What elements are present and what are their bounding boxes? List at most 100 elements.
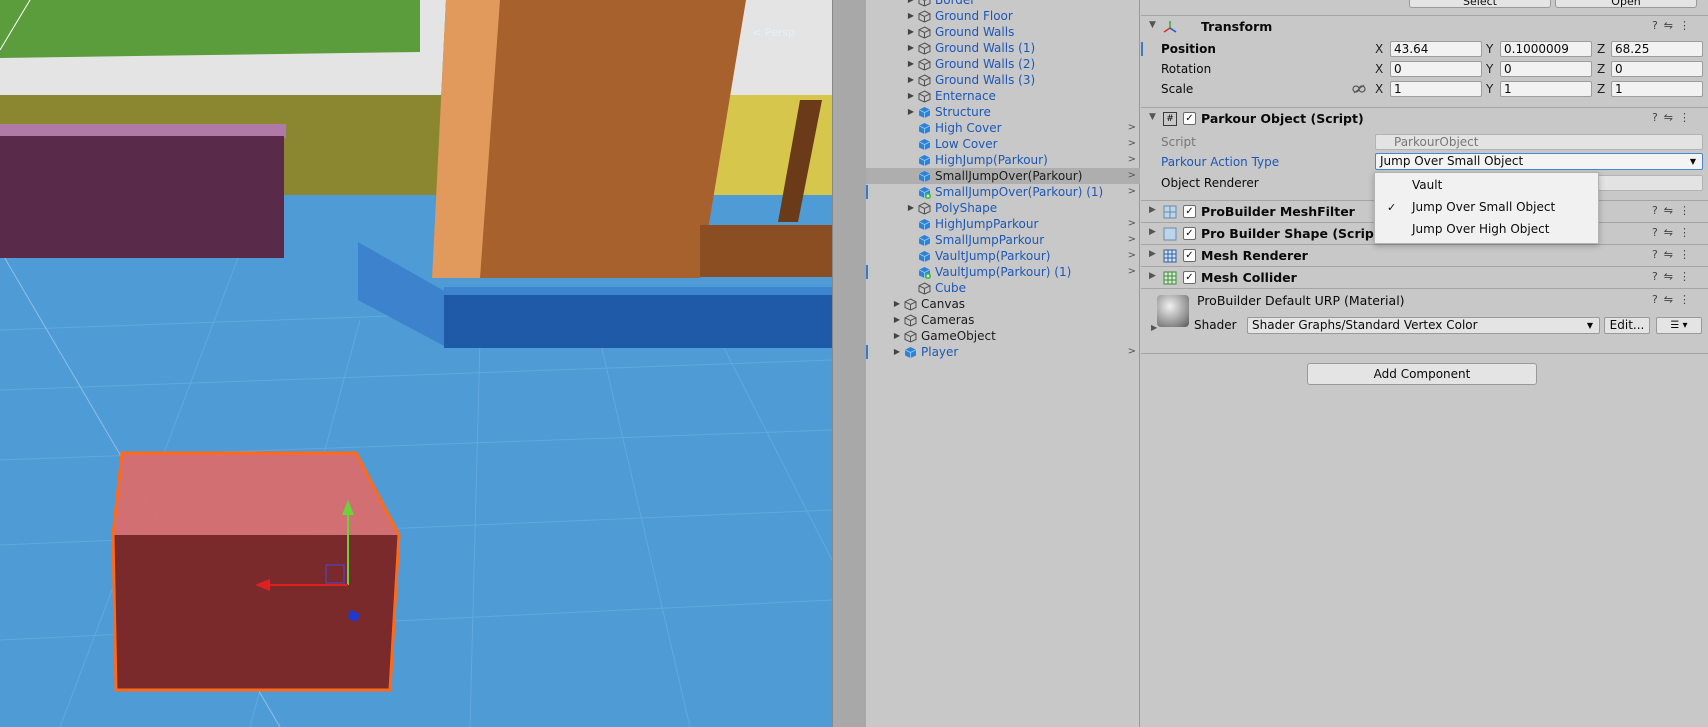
- hierarchy-item[interactable]: ▶ Cameras: [866, 312, 1140, 328]
- position-y-field[interactable]: 0.1000009: [1500, 41, 1592, 57]
- chevron-right-icon[interactable]: >: [1128, 344, 1136, 360]
- component-header-icons[interactable]: ?⇋⋮: [1652, 248, 1696, 261]
- scene-canvas[interactable]: [0, 0, 832, 727]
- edit-shader-button[interactable]: Edit...: [1604, 317, 1650, 334]
- chevron-right-icon[interactable]: >: [1128, 168, 1136, 184]
- chevron-right-icon[interactable]: >: [1128, 248, 1136, 264]
- rotation-y-field[interactable]: 0: [1500, 61, 1592, 77]
- hierarchy-item[interactable]: SmallJumpParkour >: [866, 232, 1140, 248]
- hierarchy-item[interactable]: VaultJump(Parkour) (1) >: [866, 264, 1140, 280]
- hierarchy-item[interactable]: HighJump(Parkour) >: [866, 152, 1140, 168]
- shader-options-button[interactable]: ☰ ▾: [1656, 317, 1702, 334]
- hierarchy-item[interactable]: ▶ GameObject: [866, 328, 1140, 344]
- menu-item[interactable]: Jump Over High Object: [1375, 219, 1598, 240]
- rotation-z-field[interactable]: 0: [1611, 61, 1703, 77]
- component-enabled-checkbox[interactable]: ✓: [1183, 205, 1196, 218]
- position-x-axis[interactable]: X: [1375, 40, 1383, 58]
- select-button[interactable]: Select: [1409, 0, 1551, 8]
- hierarchy-item[interactable]: SmallJumpOver(Parkour) (1) >: [866, 184, 1140, 200]
- rotation-z-axis[interactable]: Z: [1597, 60, 1605, 78]
- hierarchy-item[interactable]: ▶ Ground Walls: [866, 24, 1140, 40]
- expand-arrow-icon[interactable]: ▶: [906, 104, 916, 120]
- expand-arrow-icon[interactable]: ▶: [906, 56, 916, 72]
- component-header[interactable]: ▶ ✓ Mesh Collider ?⇋⋮: [1141, 266, 1708, 288]
- hierarchy-item[interactable]: Low Cover >: [866, 136, 1140, 152]
- component-enabled-checkbox[interactable]: ✓: [1183, 271, 1196, 284]
- component-header-icons[interactable]: ?⇋⋮: [1652, 270, 1696, 283]
- chevron-right-icon[interactable]: >: [1128, 152, 1136, 168]
- expand-arrow-icon[interactable]: ▶: [906, 0, 916, 8]
- chevron-right-icon[interactable]: >: [1128, 136, 1136, 152]
- hierarchy-item[interactable]: ▶ Player >: [866, 344, 1140, 360]
- scene-view[interactable]: < Persp: [0, 0, 832, 727]
- position-z-field[interactable]: 68.25: [1611, 41, 1703, 57]
- fold-triangle-icon[interactable]: ▼: [1149, 112, 1156, 122]
- transform-header[interactable]: ▼ Transform ?⇋⋮: [1141, 15, 1708, 37]
- expand-arrow-icon[interactable]: ▶: [892, 296, 902, 312]
- scale-y-field[interactable]: 1: [1500, 81, 1592, 97]
- scale-x-axis[interactable]: X: [1375, 80, 1383, 98]
- scale-x-field[interactable]: 1: [1390, 81, 1482, 97]
- component-header-icons[interactable]: ?⇋⋮: [1652, 204, 1696, 217]
- hierarchy-item[interactable]: SmallJumpOver(Parkour) >: [866, 168, 1140, 184]
- parkour-enabled-checkbox[interactable]: ✓: [1183, 112, 1196, 125]
- fold-triangle-icon[interactable]: ▶: [1149, 227, 1156, 237]
- scale-y-axis[interactable]: Y: [1486, 80, 1493, 98]
- component-enabled-checkbox[interactable]: ✓: [1183, 227, 1196, 240]
- chevron-right-icon[interactable]: >: [1128, 232, 1136, 248]
- hierarchy-item[interactable]: ▶ PolyShape: [866, 200, 1140, 216]
- hierarchy-item[interactable]: ▶ Ground Floor: [866, 8, 1140, 24]
- hierarchy-item[interactable]: Cube: [866, 280, 1140, 296]
- menu-item[interactable]: ✓ Jump Over Small Object: [1375, 197, 1598, 218]
- action-type-menu[interactable]: Vault ✓ Jump Over Small Object Jump Over Hi…: [1374, 172, 1599, 244]
- hierarchy-item[interactable]: ▶ Ground Walls (2): [866, 56, 1140, 72]
- position-x-field[interactable]: 43.64: [1390, 41, 1482, 57]
- chevron-right-icon[interactable]: >: [1128, 120, 1136, 136]
- expand-arrow-icon[interactable]: ▶: [892, 312, 902, 328]
- fold-triangle-icon[interactable]: ▶: [1151, 323, 1157, 332]
- expand-arrow-icon[interactable]: ▶: [906, 200, 916, 216]
- hierarchy-item[interactable]: ▶ Ground Walls (3): [866, 72, 1140, 88]
- hierarchy-item[interactable]: High Cover >: [866, 120, 1140, 136]
- rotation-x-axis[interactable]: X: [1375, 60, 1383, 78]
- menu-item[interactable]: Vault: [1375, 175, 1598, 196]
- scale-z-field[interactable]: 1: [1611, 81, 1703, 97]
- fold-triangle-icon[interactable]: ▼: [1149, 20, 1156, 30]
- component-header-icons[interactable]: ?⇋⋮: [1652, 111, 1696, 124]
- fold-triangle-icon[interactable]: ▶: [1149, 205, 1156, 215]
- hierarchy-item[interactable]: VaultJump(Parkour) >: [866, 248, 1140, 264]
- hierarchy-item[interactable]: ▶ Structure: [866, 104, 1140, 120]
- component-header-icons[interactable]: ?⇋⋮: [1652, 226, 1696, 239]
- expand-arrow-icon[interactable]: ▶: [906, 72, 916, 88]
- hierarchy-item[interactable]: HighJumpParkour >: [866, 216, 1140, 232]
- chevron-right-icon[interactable]: >: [1128, 184, 1136, 200]
- component-header-icons[interactable]: ?⇋⋮: [1652, 19, 1696, 32]
- chevron-right-icon[interactable]: >: [1128, 264, 1136, 280]
- position-z-axis[interactable]: Z: [1597, 40, 1605, 58]
- fold-triangle-icon[interactable]: ▶: [1149, 249, 1156, 259]
- shader-dropdown[interactable]: Shader Graphs/Standard Vertex Color ▼: [1247, 317, 1600, 334]
- expand-arrow-icon[interactable]: ▶: [906, 8, 916, 24]
- fold-triangle-icon[interactable]: ▶: [1149, 271, 1156, 281]
- constrain-proportions-icon[interactable]: [1352, 84, 1366, 94]
- rotation-x-field[interactable]: 0: [1390, 61, 1482, 77]
- persp-label[interactable]: < Persp: [752, 26, 795, 39]
- action-type-dropdown[interactable]: Jump Over Small Object ▼: [1375, 153, 1703, 170]
- material-header-icons[interactable]: ?⇋⋮: [1652, 293, 1696, 306]
- hierarchy-item[interactable]: ▶ Canvas: [866, 296, 1140, 312]
- parkour-object-header[interactable]: ▼ # ✓ Parkour Object (Script) ?⇋⋮: [1141, 107, 1708, 129]
- hierarchy-item[interactable]: ▶ Ground Walls (1): [866, 40, 1140, 56]
- add-component-button[interactable]: Add Component: [1307, 363, 1537, 385]
- expand-arrow-icon[interactable]: ▶: [892, 328, 902, 344]
- scale-z-axis[interactable]: Z: [1597, 80, 1605, 98]
- hierarchy-item[interactable]: ▶ Enternace: [866, 88, 1140, 104]
- rotation-y-axis[interactable]: Y: [1486, 60, 1493, 78]
- expand-arrow-icon[interactable]: ▶: [906, 88, 916, 104]
- component-header[interactable]: ▶ ✓ Mesh Renderer ?⇋⋮: [1141, 244, 1708, 266]
- position-y-axis[interactable]: Y: [1486, 40, 1493, 58]
- chevron-right-icon[interactable]: >: [1128, 216, 1136, 232]
- expand-arrow-icon[interactable]: ▶: [892, 344, 902, 360]
- hierarchy-item[interactable]: ▶ Border: [866, 0, 1140, 8]
- expand-arrow-icon[interactable]: ▶: [906, 24, 916, 40]
- expand-arrow-icon[interactable]: ▶: [906, 40, 916, 56]
